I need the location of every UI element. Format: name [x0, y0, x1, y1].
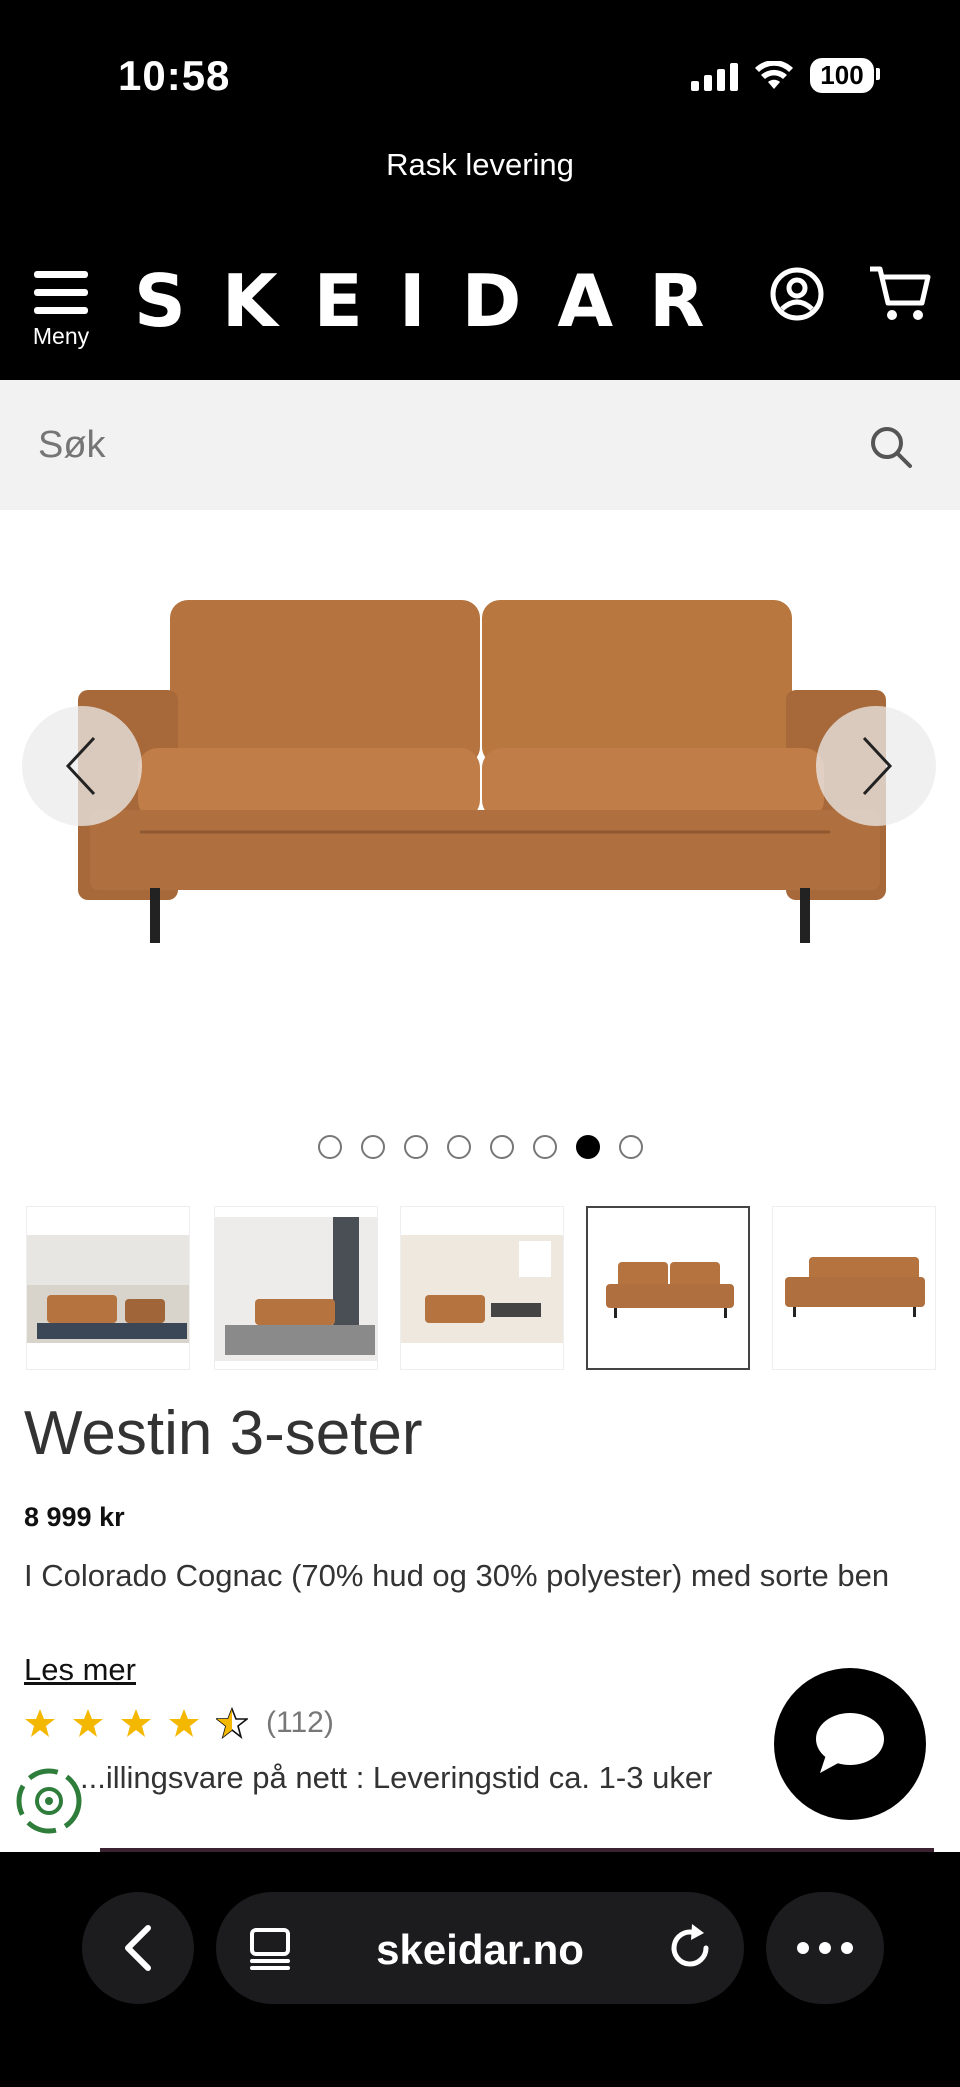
browser-more-button[interactable] — [766, 1892, 884, 2004]
carousel-dot[interactable] — [618, 1135, 643, 1159]
rating-count: (112) — [266, 1706, 334, 1739]
menu-button[interactable]: Meny — [26, 271, 96, 350]
carousel-dot[interactable] — [446, 1135, 471, 1159]
carousel-dots — [0, 1135, 960, 1159]
browser-toolbar: skeidar.no — [0, 1852, 960, 2087]
thumbnail-living-room-1[interactable] — [26, 1206, 190, 1370]
product-rating[interactable]: (112) — [24, 1706, 334, 1740]
product-image-carousel[interactable] — [0, 510, 960, 1110]
status-time: 10:58 — [118, 52, 231, 99]
star-full-icon — [121, 1709, 151, 1737]
promo-text: Rask levering — [386, 147, 574, 182]
more-dots-icon — [797, 1942, 809, 1954]
thumbnail-image — [215, 1217, 377, 1361]
thumbnail-image — [401, 1235, 563, 1343]
carousel-next-button[interactable] — [816, 706, 936, 826]
product-title: Westin 3-seter — [24, 1399, 423, 1468]
user-account-icon[interactable] — [770, 267, 824, 321]
reload-icon[interactable] — [664, 1922, 716, 1974]
shopping-cart-icon[interactable] — [868, 263, 932, 323]
chevron-left-icon — [65, 736, 96, 796]
thumbnail-living-room-2[interactable] — [214, 1206, 378, 1370]
address-bar[interactable]: skeidar.no — [216, 1892, 744, 2004]
browser-back-button[interactable] — [82, 1892, 194, 2004]
chevron-left-icon — [125, 1925, 151, 1971]
chat-button[interactable] — [774, 1668, 926, 1820]
carousel-dot[interactable] — [532, 1135, 557, 1159]
product-price: 8 999 kr — [24, 1502, 125, 1532]
star-full-icon — [73, 1709, 103, 1737]
product-description: I Colorado Cognac (70% hud og 30% polyes… — [24, 1558, 890, 1593]
hamburger-icon — [34, 271, 88, 278]
read-more-link[interactable]: Les mer — [24, 1652, 136, 1688]
search-input[interactable] — [38, 418, 838, 472]
carousel-dot[interactable] — [360, 1135, 385, 1159]
skeidar-logo[interactable]: SKEIDAR — [134, 259, 741, 343]
thumbnail-sofa-front[interactable] — [586, 1206, 750, 1370]
thumbnail-living-room-3[interactable] — [400, 1206, 564, 1370]
delivery-info: ...illingsvare på nett : Leveringstid ca… — [80, 1760, 713, 1795]
thumbnail-sofa-angle[interactable] — [772, 1206, 936, 1370]
recycle-badge-icon[interactable] — [14, 1766, 84, 1836]
promo-banner: Rask levering — [0, 130, 960, 235]
signal-icon — [691, 61, 738, 91]
star-full-icon — [25, 1709, 55, 1737]
carousel-dot[interactable] — [489, 1135, 514, 1159]
carousel-dot[interactable] — [575, 1135, 600, 1159]
status-icons: 100 — [691, 58, 880, 93]
site-header: Meny SKEIDAR — [0, 235, 960, 380]
wifi-icon — [755, 60, 793, 89]
thumbnail-image — [785, 1257, 925, 1317]
search-icon[interactable] — [868, 424, 914, 470]
star-half-icon — [216, 1707, 248, 1739]
thumbnail-strip — [0, 1206, 960, 1370]
carousel-dot[interactable] — [317, 1135, 342, 1159]
chevron-right-icon — [862, 736, 893, 796]
thumbnail-image — [27, 1235, 189, 1343]
chat-bubble-icon — [816, 1713, 884, 1773]
star-full-icon — [169, 1709, 199, 1737]
menu-label: Meny — [32, 323, 90, 349]
battery-indicator: 100 — [810, 58, 880, 93]
thumbnail-image — [606, 1262, 734, 1318]
status-bar: 10:58 100 — [0, 0, 960, 130]
search-bar — [0, 380, 960, 510]
carousel-dot[interactable] — [403, 1135, 428, 1159]
carousel-prev-button[interactable] — [22, 706, 142, 826]
